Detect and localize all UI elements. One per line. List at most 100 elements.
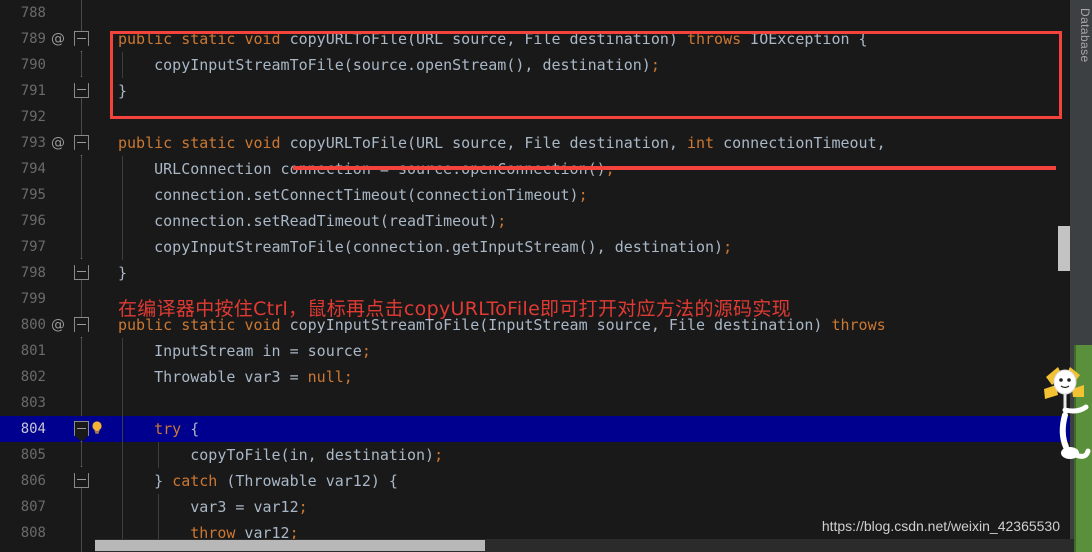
- line-number: 797: [20, 239, 46, 255]
- code-token: connection.setReadTimeout(readTimeout): [118, 212, 498, 230]
- code-token: (Throwable var12) {: [217, 472, 398, 490]
- code-line-text[interactable]: try {: [118, 416, 199, 442]
- fold-collapse-icon[interactable]: [74, 135, 89, 150]
- watermark-url: https://blog.csdn.net/weixin_42365530: [821, 518, 1060, 534]
- fold-minus-glyph: [77, 324, 86, 325]
- line-number: 805: [20, 447, 46, 463]
- line-number: 798: [20, 265, 46, 281]
- code-line-row[interactable]: 806 } catch (Throwable var12) {: [0, 468, 1074, 494]
- code-line-text[interactable]: copyInputStreamToFile(source.openStream(…: [118, 52, 660, 78]
- code-line-text[interactable]: }: [118, 260, 127, 286]
- code-line-text[interactable]: Throwable var3 = null;: [118, 364, 353, 390]
- code-token: ;: [578, 186, 588, 204]
- code-editor-window: 788 789 @ public static void copyURLToFile(…: [0, 0, 1092, 552]
- code-line-row[interactable]: 793 @ public static void copyURLToFile(URL…: [0, 130, 1074, 156]
- code-token: public: [118, 134, 173, 152]
- code-line-row[interactable]: 801 InputStream in = source;: [0, 338, 1074, 364]
- line-number: 791: [20, 83, 46, 99]
- code-token: public: [118, 30, 173, 48]
- annotation-marker-icon[interactable]: @: [50, 130, 66, 156]
- code-lines[interactable]: 788 789 @ public static void copyURLToFile(…: [0, 0, 1074, 546]
- code-line-row[interactable]: 791}: [0, 78, 1074, 104]
- fold-end-icon[interactable]: [74, 473, 89, 488]
- code-token: connection.setConnectTimeout(connectionT…: [118, 186, 579, 204]
- fold-minus-glyph: [77, 271, 86, 272]
- line-number: 801: [20, 343, 46, 359]
- annotation-marker-icon[interactable]: @: [50, 26, 66, 52]
- fold-end-icon[interactable]: [74, 265, 89, 280]
- code-token: copyURLToFile(URL source, File destinati…: [289, 134, 687, 152]
- code-line-row[interactable]: 805 copyToFile(in, destination);: [0, 442, 1074, 468]
- code-line-text[interactable]: InputStream in = source;: [118, 338, 371, 364]
- line-number: 796: [20, 213, 46, 229]
- line-number: 803: [20, 395, 46, 411]
- code-line-text[interactable]: public static void copyURLToFile(URL sou…: [118, 130, 886, 156]
- code-line-row[interactable]: 803: [0, 390, 1074, 416]
- line-number: 795: [20, 187, 46, 203]
- code-token: InputStream in = source: [118, 342, 362, 360]
- code-token: ;: [343, 368, 353, 386]
- red-underline-annotation: [293, 166, 1056, 170]
- code-token: static: [181, 30, 236, 48]
- code-token: copyInputStreamToFile(connection.getInpu…: [118, 238, 724, 256]
- vertical-scrollbar-thumb[interactable]: [1058, 226, 1070, 271]
- fold-end-icon[interactable]: [74, 83, 89, 98]
- code-token: connectionTimeout,: [723, 134, 886, 152]
- code-token: ;: [361, 342, 371, 360]
- code-token: ;: [434, 446, 444, 464]
- code-token: ;: [723, 238, 733, 256]
- code-line-text[interactable]: copyInputStreamToFile(connection.getInpu…: [118, 234, 732, 260]
- code-line-row[interactable]: 798}: [0, 260, 1074, 286]
- code-token: ;: [650, 56, 660, 74]
- code-line-row[interactable]: 790 copyInputStreamToFile(source.openStr…: [0, 52, 1074, 78]
- code-token: ;: [298, 498, 308, 516]
- code-token: copyToFile(in, destination): [118, 446, 435, 464]
- code-token: throws: [686, 30, 742, 48]
- indent-guide: [122, 390, 123, 416]
- code-line-text[interactable]: copyToFile(in, destination);: [118, 442, 443, 468]
- line-number: 792: [20, 109, 46, 125]
- annotation-marker-icon[interactable]: @: [50, 312, 66, 338]
- code-line-row[interactable]: 802 Throwable var3 = null;: [0, 364, 1074, 390]
- code-line-text[interactable]: var3 = var12;: [118, 494, 308, 520]
- fold-collapse-icon[interactable]: [74, 31, 89, 46]
- code-line-row[interactable]: 795 connection.setConnectTimeout(connect…: [0, 182, 1074, 208]
- code-line-text[interactable]: }: [118, 78, 127, 104]
- code-token: ;: [497, 212, 507, 230]
- horizontal-scrollbar[interactable]: [95, 539, 1074, 552]
- line-number: 804: [20, 421, 46, 437]
- code-area[interactable]: 788 789 @ public static void copyURLToFile(…: [0, 0, 1074, 552]
- code-line-row[interactable]: 807 var3 = var12;: [0, 494, 1074, 520]
- horizontal-scrollbar-thumb[interactable]: [95, 540, 485, 551]
- database-tool-tab[interactable]: Database: [1070, 2, 1092, 112]
- code-token: IOException {: [750, 30, 868, 48]
- fold-minus-glyph: [77, 428, 86, 429]
- line-number: 807: [20, 499, 46, 515]
- code-token: }: [118, 264, 128, 282]
- code-line-row[interactable]: 788: [0, 0, 1074, 26]
- code-line-text[interactable]: public static void copyURLToFile(URL sou…: [118, 26, 868, 52]
- code-token: Throwable var3 =: [118, 368, 308, 386]
- code-line-row[interactable]: 792: [0, 104, 1074, 130]
- fold-collapse-icon[interactable]: [74, 317, 89, 332]
- code-token: var3 = var12: [118, 498, 299, 516]
- fold-minus-glyph: [77, 479, 86, 480]
- code-line-text[interactable]: } catch (Throwable var12) {: [118, 468, 398, 494]
- code-token: null: [307, 368, 344, 386]
- lightbulb-icon[interactable]: [91, 421, 103, 434]
- code-line-row[interactable]: 804 try {: [0, 416, 1074, 442]
- fold-minus-glyph: [77, 89, 86, 90]
- line-number: 808: [20, 525, 46, 541]
- code-token: try: [154, 420, 182, 438]
- code-token: int: [686, 134, 715, 152]
- code-line-row[interactable]: 797 copyInputStreamToFile(connection.get…: [0, 234, 1074, 260]
- code-line-text[interactable]: connection.setConnectTimeout(connectionT…: [118, 182, 588, 208]
- code-line-text[interactable]: connection.setReadTimeout(readTimeout);: [118, 208, 506, 234]
- code-line-row[interactable]: 789 @ public static void copyURLToFile(URL…: [0, 26, 1074, 52]
- code-line-row[interactable]: 796 connection.setReadTimeout(readTimeou…: [0, 208, 1074, 234]
- code-token: {: [181, 420, 200, 438]
- fold-collapse-icon[interactable]: [74, 421, 89, 436]
